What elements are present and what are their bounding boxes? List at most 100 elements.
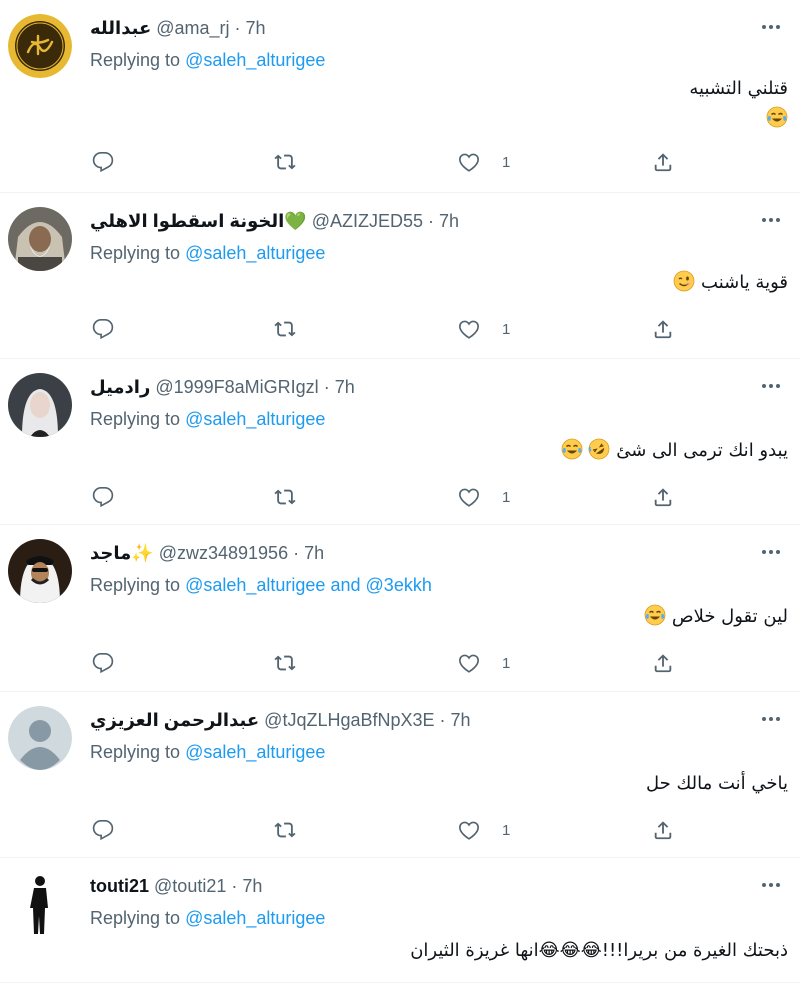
reply-tweet[interactable]: الخونة اسقطوا الاهلي💚 @AZIZJED55 · 7h Rep… <box>0 193 800 359</box>
mention-link[interactable]: @saleh_alturigee <box>185 742 325 762</box>
timestamp[interactable]: 7h <box>246 18 266 38</box>
more-icon[interactable] <box>758 539 784 565</box>
tweet-header: عبدالرحمن العزيزي @tJqZLHgaBfNpX3E · 7h <box>90 710 740 731</box>
mention-link[interactable]: @saleh_alturigee <box>185 409 325 429</box>
reply-tweet[interactable]: touti21 @touti21 · 7h Replying to @saleh_… <box>0 858 800 983</box>
user-handle[interactable]: @tJqZLHgaBfNpX3E <box>264 710 434 730</box>
replying-to: Replying to @saleh_alturigee <box>90 50 325 71</box>
mention-and: and <box>330 575 361 595</box>
share-icon <box>652 819 674 841</box>
retweet-button[interactable] <box>274 315 296 343</box>
timestamp[interactable]: 7h <box>304 543 324 563</box>
reply-button[interactable] <box>92 816 114 844</box>
avatar[interactable] <box>8 872 72 936</box>
like-button[interactable]: 1 <box>458 816 510 844</box>
display-name[interactable]: touti21 <box>90 876 149 896</box>
separator-dot: · <box>288 543 305 563</box>
like-button[interactable]: 1 <box>458 649 510 677</box>
like-count: 1 <box>502 320 511 338</box>
emoji-tears-of-joy-icon <box>561 438 583 460</box>
timestamp[interactable]: 7h <box>439 211 459 231</box>
like-count: 1 <box>502 488 511 506</box>
retweet-button[interactable] <box>274 148 296 176</box>
timestamp[interactable]: 7h <box>335 377 355 397</box>
more-icon[interactable] <box>758 373 784 399</box>
separator-dot: · <box>229 18 246 38</box>
mention-link[interactable]: @saleh_alturigee <box>185 908 325 928</box>
avatar[interactable] <box>8 539 72 603</box>
separator-dot: · <box>226 876 243 896</box>
mention-link[interactable]: @saleh_alturigee <box>185 50 325 70</box>
timestamp[interactable]: 7h <box>242 876 262 896</box>
display-name[interactable]: ماجد✨ <box>90 543 154 563</box>
more-icon[interactable] <box>758 706 784 732</box>
display-name[interactable]: الخونة اسقطوا الاهلي💚 <box>90 211 307 231</box>
tweet-header: ماجد✨ @zwz34891956 · 7h <box>90 543 740 564</box>
more-icon[interactable] <box>758 207 784 233</box>
like-icon <box>458 151 480 173</box>
avatar[interactable] <box>8 14 72 78</box>
user-handle[interactable]: @touti21 <box>154 876 226 896</box>
retweet-button[interactable] <box>274 649 296 677</box>
mention-link[interactable]: @saleh_alturigee <box>185 575 325 595</box>
user-handle[interactable]: @AZIZJED55 <box>312 211 423 231</box>
share-button[interactable] <box>652 483 674 511</box>
replying-label: Replying to <box>90 742 181 762</box>
like-button[interactable]: 1 <box>458 148 510 176</box>
emoji-tears-of-joy-icon <box>644 604 666 626</box>
share-button[interactable] <box>652 816 674 844</box>
replying-to: Replying to @saleh_alturigee <box>90 908 325 929</box>
reply-tweet[interactable]: عبدالرحمن العزيزي @tJqZLHgaBfNpX3E · 7h R… <box>0 692 800 858</box>
replying-to: Replying to @saleh_alturigee and @3ekkh <box>90 575 432 596</box>
reply-button[interactable] <box>92 315 114 343</box>
reply-tweet[interactable]: ماجد✨ @zwz34891956 · 7h Replying to @sale… <box>0 525 800 692</box>
avatar[interactable] <box>8 706 72 770</box>
like-button[interactable]: 1 <box>458 483 510 511</box>
share-button[interactable] <box>652 649 674 677</box>
tweet-text-body: ياخي أنت مالك حل <box>645 773 788 794</box>
tweet-text-line2 <box>766 106 788 132</box>
share-button[interactable] <box>652 148 674 176</box>
timestamp[interactable]: 7h <box>451 710 471 730</box>
replying-label: Replying to <box>90 908 181 928</box>
action-bar: 1 <box>80 315 680 343</box>
reply-button[interactable] <box>92 148 114 176</box>
display-name[interactable]: رادميل <box>90 377 150 397</box>
retweet-icon <box>274 486 296 508</box>
like-icon <box>458 652 480 674</box>
like-icon <box>458 819 480 841</box>
like-button[interactable]: 1 <box>458 315 510 343</box>
retweet-button[interactable] <box>274 816 296 844</box>
reply-button[interactable] <box>92 483 114 511</box>
user-handle[interactable]: @ama_rj <box>156 18 229 38</box>
tweet-header: رادميل @1999F8aMiGRIgzl · 7h <box>90 377 740 398</box>
avatar[interactable] <box>8 373 72 437</box>
mention-link[interactable]: @3ekkh <box>366 575 432 595</box>
reply-tweet[interactable]: عبدالله @ama_rj · 7h Replying to @saleh_a… <box>0 0 800 193</box>
tweet-header: عبدالله @ama_rj · 7h <box>90 18 740 39</box>
default-user-avatar-icon <box>8 706 72 770</box>
tweet-text-body: لين تقول خلاص <box>671 606 788 627</box>
share-icon <box>652 486 674 508</box>
separator-dot: · <box>318 377 335 397</box>
more-icon[interactable] <box>758 872 784 898</box>
tweet-text: قوية ياشنب <box>673 270 788 296</box>
user-handle[interactable]: @zwz34891956 <box>159 543 288 563</box>
action-bar: 1 <box>80 649 680 677</box>
user-handle[interactable]: @1999F8aMiGRIgzl <box>155 377 318 397</box>
more-icon[interactable] <box>758 14 784 40</box>
mention-link[interactable]: @saleh_alturigee <box>185 243 325 263</box>
like-count: 1 <box>502 153 511 171</box>
reply-icon <box>92 318 114 340</box>
reply-tweet[interactable]: رادميل @1999F8aMiGRIgzl · 7h Replying to … <box>0 359 800 525</box>
reply-button[interactable] <box>92 649 114 677</box>
display-name[interactable]: عبدالرحمن العزيزي <box>90 710 259 730</box>
avatar[interactable] <box>8 207 72 271</box>
action-bar: 1 <box>80 483 680 511</box>
retweet-button[interactable] <box>274 483 296 511</box>
share-button[interactable] <box>652 315 674 343</box>
retweet-icon <box>274 819 296 841</box>
tweet-text: ذبحتك الغيرة من بريرا!!!😂😂😂انها غريزة ال… <box>410 938 788 964</box>
emoji-wink-icon <box>673 270 695 292</box>
display-name[interactable]: عبدالله <box>90 18 151 38</box>
